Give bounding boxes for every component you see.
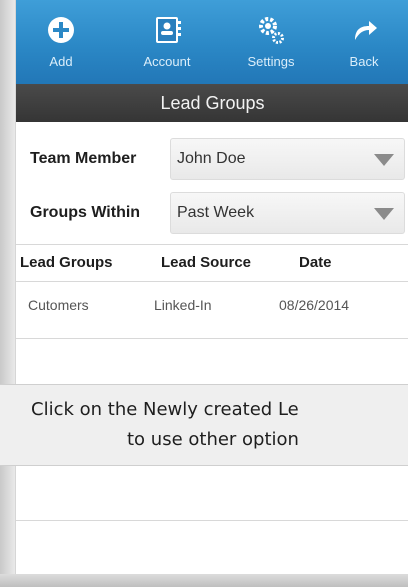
account-button[interactable]: Account <box>122 10 212 80</box>
team-member-label: Team Member <box>30 150 137 167</box>
app-screen: Add Account Settings Back Lead Groups Te… <box>15 0 408 587</box>
groups-within-row: Groups Within Past Week <box>16 190 408 236</box>
settings-label: Settings <box>247 54 295 69</box>
groups-within-value: Past Week <box>177 204 255 221</box>
team-member-row: Team Member John Doe <box>16 136 408 182</box>
lead-group-cell: Cutomers <box>28 297 89 313</box>
gears-icon <box>259 17 284 44</box>
column-header: Lead Source <box>161 254 252 271</box>
back-label: Back <box>349 54 379 69</box>
chevron-down-icon <box>374 208 394 220</box>
tutorial-callout: Click on the Newly created Le to use oth… <box>0 384 408 466</box>
column-header: Lead Groups <box>20 254 113 271</box>
groups-within-label: Groups Within <box>30 204 141 221</box>
top-toolbar: Add Account Settings Back <box>16 0 408 84</box>
date-cell: 08/26/2014 <box>279 297 350 313</box>
team-member-select[interactable]: John Doe <box>170 138 405 180</box>
divider <box>16 520 408 521</box>
table-header: Lead Groups Lead Source Date <box>16 246 408 280</box>
table-row[interactable]: Cutomers Linked-In 08/26/2014 <box>16 282 408 330</box>
add-button[interactable]: Add <box>16 10 106 80</box>
plus-circle-icon <box>48 17 74 43</box>
device-bottom-edge <box>0 574 408 587</box>
divider <box>16 244 408 245</box>
team-member-value: John Doe <box>177 150 246 167</box>
back-button[interactable]: Back <box>319 10 408 80</box>
account-card-icon <box>156 17 181 43</box>
device-bezel <box>0 0 15 587</box>
settings-button[interactable]: Settings <box>226 10 316 80</box>
chevron-down-icon <box>374 154 394 166</box>
add-label: Add <box>49 54 73 69</box>
groups-within-select[interactable]: Past Week <box>170 192 405 234</box>
callout-text-line-2: to use other option <box>127 429 299 450</box>
callout-text-line-1: Click on the Newly created Le <box>31 399 299 420</box>
page-title: Lead Groups <box>16 84 408 122</box>
lead-source-cell: Linked-In <box>154 297 212 313</box>
column-header: Date <box>299 254 332 271</box>
phone-frame: Add Account Settings Back Lead Groups Te… <box>0 0 408 587</box>
account-label: Account <box>143 54 191 69</box>
back-arrow-icon <box>355 21 377 40</box>
divider <box>16 338 408 339</box>
